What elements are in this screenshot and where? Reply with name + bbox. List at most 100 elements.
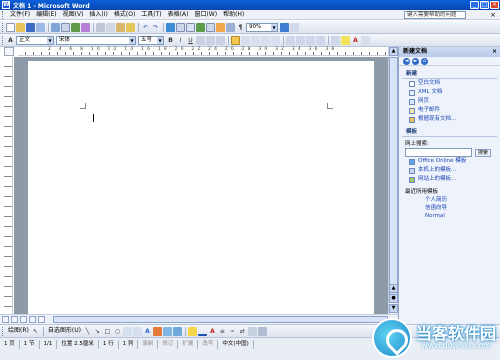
3d-style-icon[interactable] [257, 326, 267, 336]
underline-button[interactable]: U [186, 36, 195, 45]
print-view-icon[interactable] [20, 316, 27, 323]
draw-menu[interactable]: 绘图(R) [6, 326, 31, 336]
chevron-down-icon[interactable]: ▼ [129, 36, 135, 44]
line-icon[interactable]: ╲ [83, 327, 92, 336]
cut-icon[interactable] [96, 22, 105, 32]
italic-button[interactable]: I [176, 36, 185, 45]
menu-file[interactable]: 文件(F) [7, 10, 33, 20]
horizontal-scrollbar-thumb[interactable] [53, 316, 388, 323]
recent-template-item[interactable]: 个人简历 [399, 196, 500, 204]
status-extend[interactable]: 扩展 [178, 340, 199, 349]
scroll-up-icon[interactable]: ▲ [389, 47, 398, 56]
reading-view-icon[interactable] [38, 316, 45, 323]
outline-view-icon[interactable] [29, 316, 36, 323]
clip-art-icon[interactable] [162, 326, 172, 336]
numbering-icon[interactable] [286, 35, 295, 45]
font-select[interactable]: 宋体 ▼ [56, 35, 136, 45]
browse-object-icon[interactable]: ● [389, 294, 398, 303]
normal-view-icon[interactable] [2, 316, 9, 323]
menu-view[interactable]: 视图(V) [60, 10, 87, 20]
zoom-select[interactable]: 90% ▼ [246, 22, 278, 32]
print-preview-icon[interactable] [61, 22, 70, 32]
wordart-icon[interactable]: A [143, 327, 152, 336]
vertical-text-box-icon[interactable] [132, 326, 142, 336]
paste-icon[interactable] [116, 22, 125, 32]
char-scale-icon[interactable] [216, 35, 225, 45]
line-color-icon[interactable] [197, 327, 207, 336]
increase-indent-icon[interactable] [316, 35, 325, 45]
undo-icon[interactable]: ↶ [141, 23, 150, 32]
align-justify-icon[interactable] [231, 35, 240, 45]
menu-table[interactable]: 表格(A) [165, 10, 192, 20]
close-button[interactable]: × [490, 1, 499, 9]
task-pane-close-icon[interactable]: × [492, 47, 497, 57]
new-xml-document-link[interactable]: XML 文档 [399, 88, 500, 97]
tab-selector[interactable] [4, 47, 14, 56]
spelling-icon[interactable] [71, 22, 80, 32]
template-search-button[interactable]: 搜索 [475, 148, 491, 157]
shadow-style-icon[interactable] [247, 326, 257, 336]
menu-insert[interactable]: 插入(I) [86, 10, 110, 20]
local-templates-link[interactable]: 本机上的模板... [399, 166, 500, 175]
status-record[interactable]: 录制 [138, 340, 159, 349]
task-pane-title[interactable]: 新建文档 [403, 48, 427, 55]
line-spacing-icon[interactable] [271, 35, 280, 45]
fill-color-icon[interactable] [187, 326, 197, 336]
font-color-icon[interactable]: A [351, 36, 360, 45]
styles-pane-icon[interactable]: A [6, 36, 15, 45]
vertical-ruler[interactable] [4, 57, 13, 314]
redo-icon[interactable]: ↷ [151, 23, 160, 32]
document-close-icon[interactable]: × [490, 11, 496, 19]
outside-border-icon[interactable] [331, 35, 340, 45]
autoshapes-menu[interactable]: 自选图形(U) [46, 326, 83, 336]
menu-tools[interactable]: 工具(T) [138, 10, 164, 20]
insert-excel-icon[interactable] [196, 22, 205, 32]
align-right-icon[interactable] [251, 35, 260, 45]
horizontal-ruler[interactable]: 2 4 6 8 10 12 14 16 18 20 22 24 26 28 30… [18, 47, 396, 56]
font-size-select[interactable]: 五号 ▼ [138, 35, 164, 45]
line-style-icon[interactable]: ≡ [218, 327, 227, 336]
vertical-scrollbar[interactable]: ▲ ▲ ● ▼ [388, 47, 398, 314]
menubar-grip[interactable] [2, 10, 5, 19]
save-icon[interactable] [26, 22, 35, 32]
forward-icon[interactable]: ► [412, 57, 419, 65]
insert-picture-icon[interactable] [172, 326, 182, 336]
permission-icon[interactable] [36, 22, 45, 32]
menu-window[interactable]: 窗口(W) [191, 10, 220, 20]
back-icon[interactable]: ◄ [403, 57, 410, 65]
maximize-button[interactable]: □ [480, 1, 489, 9]
next-page-icon[interactable]: ▼ [389, 304, 398, 313]
chevron-down-icon[interactable]: ▼ [157, 36, 163, 44]
highlight-icon[interactable] [341, 35, 350, 45]
drawing-icon[interactable] [216, 22, 225, 32]
help-question-input[interactable]: 键入需要帮助的问题 [404, 11, 466, 19]
show-hide-icon[interactable]: ¶ [236, 23, 245, 32]
new-web-page-link[interactable]: 网页 [399, 97, 500, 106]
insert-table-icon[interactable] [186, 22, 195, 32]
help-icon[interactable] [280, 22, 289, 32]
chevron-down-icon[interactable]: ▼ [47, 36, 53, 44]
dash-style-icon[interactable]: ┅ [228, 327, 237, 336]
new-email-link[interactable]: 电子邮件 [399, 106, 500, 115]
char-shading-icon[interactable] [206, 35, 215, 45]
hyperlink-icon[interactable] [166, 22, 175, 32]
align-center-icon[interactable] [241, 35, 250, 45]
toolbar-grip[interactable] [2, 326, 4, 336]
arrow-icon[interactable]: ↘ [93, 327, 102, 336]
toolbar-grip[interactable] [2, 35, 4, 45]
select-objects-icon[interactable]: ↖ [31, 327, 40, 336]
menu-edit[interactable]: 编辑(E) [33, 10, 59, 20]
print-icon[interactable] [51, 22, 60, 32]
tables-borders-icon[interactable] [176, 22, 185, 32]
arrow-style-icon[interactable]: ⇄ [238, 327, 247, 336]
status-overtype[interactable]: 改写 [198, 340, 219, 349]
recent-template-item[interactable]: Normal [399, 212, 500, 220]
document-map-icon[interactable] [226, 22, 235, 32]
draw-font-color-icon[interactable]: A [208, 327, 217, 336]
oval-icon[interactable]: ○ [113, 327, 122, 336]
research-icon[interactable] [81, 22, 90, 32]
columns-icon[interactable] [206, 22, 215, 32]
template-search-input[interactable] [405, 148, 472, 157]
bullets-icon[interactable] [296, 35, 305, 45]
home-icon[interactable]: ⌂ [421, 57, 428, 65]
